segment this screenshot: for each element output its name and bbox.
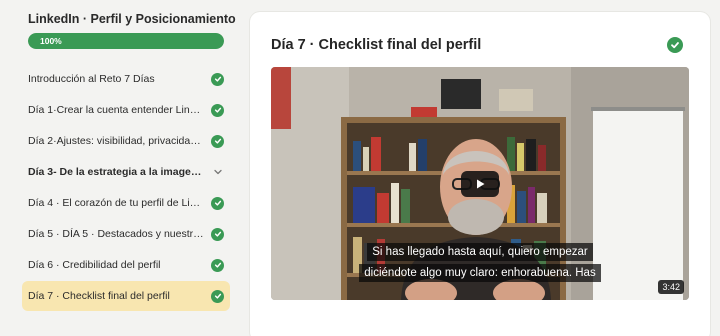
lesson-label: Día 5 · DÍA 5 · Destacados y nuestra mar… [28, 228, 204, 240]
check-icon [211, 134, 224, 148]
lesson-item-day-3[interactable]: Día 3- De la estrategia a la imagen de p… [22, 157, 230, 187]
video-captions: Si has llegado hasta aquí, quiero empeza… [271, 243, 689, 282]
lesson-list: Introducción al Reto 7 Días Día 1·Crear … [22, 64, 230, 312]
lesson-title: Día 7 · Checklist final del perfil [271, 37, 482, 53]
play-icon [477, 179, 485, 189]
lesson-card: Día 7 · Checklist final del perfil Si ha… [250, 12, 710, 336]
check-icon [211, 103, 224, 117]
check-icon [667, 37, 683, 53]
check-icon [211, 196, 224, 210]
check-icon [211, 289, 224, 303]
course-progress-bar: 100% [28, 33, 224, 49]
lesson-label: Día 4 · El corazón de tu perfil de Linke… [28, 197, 204, 209]
lesson-item-day-2[interactable]: Día 2·Ajustes: visibilidad, privacidad y… [22, 126, 230, 156]
course-title: LinkedIn · Perfil y Posicionamiento [28, 12, 236, 26]
caption-line-1: Si has llegado hasta aquí, quiero empeza… [367, 243, 593, 261]
lesson-label: Día 1·Crear la cuenta entender LinkedIn [28, 104, 204, 116]
course-sidebar: LinkedIn · Perfil y Posicionamiento 100%… [0, 0, 240, 336]
lesson-item-day-7[interactable]: Día 7 · Checklist final del perfil [22, 281, 230, 311]
play-button[interactable] [461, 171, 499, 197]
lesson-item-intro[interactable]: Introducción al Reto 7 Días [22, 64, 230, 94]
lesson-item-day-6[interactable]: Día 6 · Credibilidad del perfil [22, 250, 230, 280]
lesson-label: Introducción al Reto 7 Días [28, 73, 155, 85]
lesson-label: Día 6 · Credibilidad del perfil [28, 259, 161, 271]
check-icon [211, 72, 224, 86]
lesson-item-day-4[interactable]: Día 4 · El corazón de tu perfil de Linke… [22, 188, 230, 218]
lesson-label: Día 3- De la estrategia a la imagen de p… [28, 166, 204, 178]
check-icon [211, 227, 224, 241]
lesson-item-day-5[interactable]: Día 5 · DÍA 5 · Destacados y nuestra mar… [22, 219, 230, 249]
lesson-item-day-1[interactable]: Día 1·Crear la cuenta entender LinkedIn [22, 95, 230, 125]
progress-fill: 100% [28, 33, 224, 49]
video-player[interactable]: Si has llegado hasta aquí, quiero empeza… [271, 67, 689, 300]
chevron-down-icon[interactable] [211, 166, 224, 179]
check-icon [211, 258, 224, 272]
lesson-label: Día 7 · Checklist final del perfil [28, 290, 170, 302]
video-duration: 3:42 [658, 280, 684, 294]
lesson-label: Día 2·Ajustes: visibilidad, privacidad y… [28, 135, 204, 147]
caption-line-2: diciéndote algo muy claro: enhorabuena. … [359, 264, 601, 282]
progress-label: 100% [40, 36, 62, 46]
